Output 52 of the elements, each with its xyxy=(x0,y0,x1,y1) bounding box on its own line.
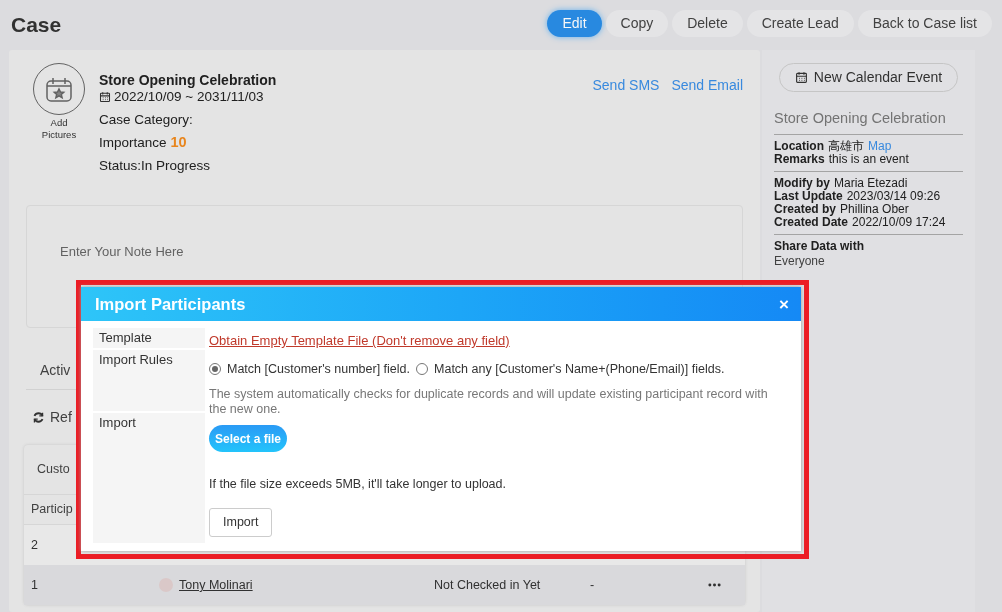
more-icon[interactable] xyxy=(708,583,721,588)
share-label: Share Data with xyxy=(774,239,866,253)
file-size-note: If the file size exceeds 5MB, it'll take longer to upload. xyxy=(209,476,506,493)
radio-label: Match any [Customer's Name+(Phone/Email)] fields. xyxy=(434,361,725,378)
radio-button[interactable] xyxy=(209,363,221,376)
importance-label: Importance xyxy=(99,134,167,153)
page-title: Case xyxy=(11,12,62,39)
detail-value: 2022/10/09 17:24 xyxy=(852,215,946,229)
action-button[interactable]: Delete xyxy=(672,10,743,37)
detail-label: Created by xyxy=(774,202,837,216)
detail-value: Phillina Ober xyxy=(840,202,909,216)
action-button[interactable]: Create Lead xyxy=(746,10,854,37)
group-label: Particip xyxy=(31,501,73,519)
calendar-icon xyxy=(99,91,111,103)
detail-label: Remarks xyxy=(774,152,825,166)
detail-value: 2023/03/14 09:26 xyxy=(846,189,941,203)
detail-label: Location xyxy=(774,139,824,153)
table-cell-text: - xyxy=(589,576,596,594)
action-button[interactable]: Back to Case list xyxy=(857,10,992,37)
field-label: Import xyxy=(93,413,205,543)
detail-label: Last Update xyxy=(774,189,843,203)
calendar-icon xyxy=(794,71,808,84)
section-tab[interactable]: Activ xyxy=(40,362,71,379)
field-label: Import Rules xyxy=(93,350,205,411)
radio-label: Match [Customer's number] field. xyxy=(227,361,410,378)
sidebar-title: Store Opening Celebration xyxy=(774,108,963,135)
action-button[interactable]: Copy xyxy=(605,10,669,37)
rules-note: The system automatically checks for duplicate records and will update existing participant record with the new one. xyxy=(209,386,769,417)
radio-button[interactable] xyxy=(416,363,428,376)
detail-value: this is an event xyxy=(828,152,909,166)
case-title: Store Opening Celebration xyxy=(99,72,277,88)
importance-value: 10 xyxy=(170,133,187,153)
case-category: Case Category: xyxy=(99,111,194,129)
date-range: 2022/10/09 ~ 2031/11/03 xyxy=(114,88,264,106)
table-cell-text: Not Checked in Yet xyxy=(433,576,542,594)
refresh-icon xyxy=(32,411,45,425)
refresh-label[interactable]: Ref xyxy=(50,407,72,429)
template-link[interactable]: Obtain Empty Template File (Don't remove any field) xyxy=(209,333,510,348)
dialog-title: Import Participants xyxy=(95,293,246,315)
add-pictures-label: Add Pictures xyxy=(40,117,78,141)
share-value: Everyone xyxy=(774,254,826,268)
table-cell-text: 1 xyxy=(30,576,39,594)
detail-value: Maria Etezadi xyxy=(834,176,908,190)
import-button[interactable]: Import xyxy=(209,507,273,537)
detail-label: Created Date xyxy=(774,215,849,229)
field-label: Template xyxy=(93,328,205,348)
detail-label: Modify by xyxy=(774,176,830,190)
table-cell-text: 2 xyxy=(30,536,39,554)
detail-value: 高雄市 xyxy=(828,139,864,153)
participant-link[interactable]: Tony Molinari xyxy=(179,575,253,595)
case-status: Status:In Progress xyxy=(99,157,212,175)
column-header: Custo xyxy=(37,461,70,479)
